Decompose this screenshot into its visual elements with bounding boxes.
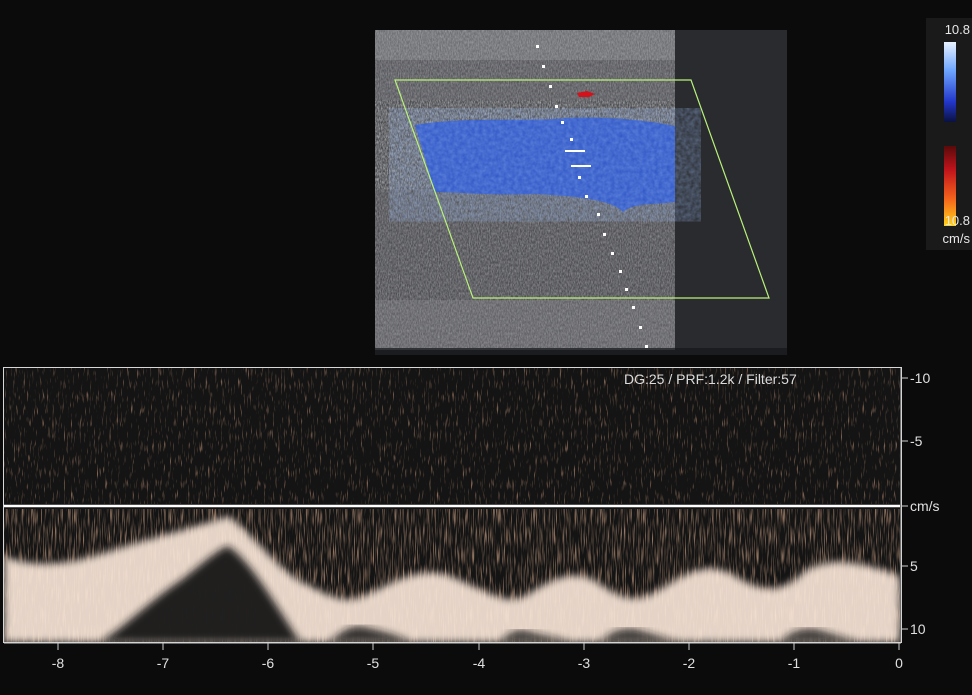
doppler-spectrum (3, 367, 908, 650)
time-tick-label: -7 (156, 655, 170, 671)
doppler-parameters: DG:25 / PRF:1.2k / Filter:57 (624, 371, 797, 387)
time-tick-label: -1 (787, 655, 801, 671)
scale-unit-label: cm/s (942, 231, 970, 246)
time-tick-label: 0 (895, 655, 903, 671)
scale-max-label: 10.8 (944, 22, 970, 37)
time-axis (4, 642, 901, 650)
time-tick-label: -3 (577, 655, 591, 671)
time-tick-label: -2 (682, 655, 696, 671)
velocity-tick-label: 5 (910, 558, 918, 574)
scale-min-label: 10.8 (944, 213, 970, 228)
velocity-tick-label: -5 (910, 433, 923, 449)
color-velocity-scale: 10.8 10.8 cm/s (926, 18, 972, 250)
noise-region (4, 368, 900, 504)
velocity-unit-label: cm/s (910, 498, 940, 514)
time-tick-label: -8 (51, 655, 65, 671)
time-tick-label: -4 (472, 655, 486, 671)
positive-velocity-gradient (944, 42, 956, 122)
velocity-tick-label: 10 (910, 621, 926, 637)
velocity-tick-label: -10 (910, 370, 931, 386)
time-tick-label: -5 (366, 655, 380, 671)
bmode-side-area (675, 30, 787, 348)
velocity-axis (900, 368, 908, 643)
spectral-doppler-panel: DG:25 / PRF:1.2k / Filter:57 -10 -5 cm/s… (0, 366, 972, 695)
bmode-image (375, 30, 787, 350)
time-tick-label: -6 (261, 655, 275, 671)
bmode-image-panel (375, 30, 787, 355)
